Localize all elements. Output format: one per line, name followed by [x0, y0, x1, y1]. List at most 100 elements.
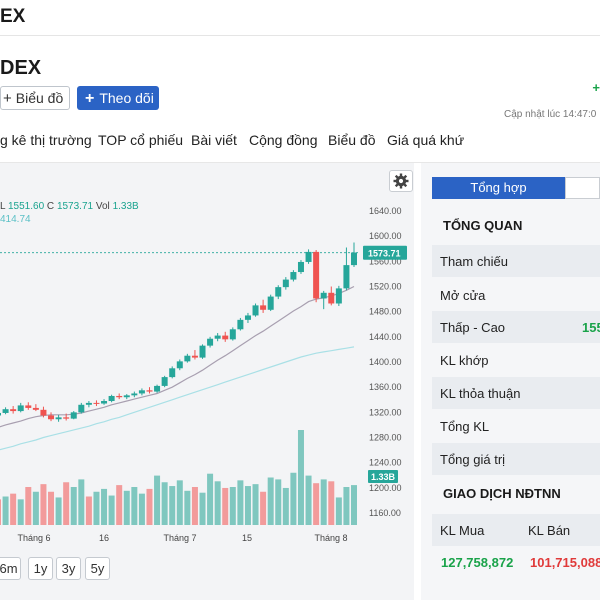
volume-bar [252, 484, 259, 525]
app-title: EX [0, 6, 26, 27]
volume-bar [48, 491, 55, 525]
candle-body [267, 296, 274, 310]
volume-bar [78, 479, 85, 525]
volume-bar [169, 486, 176, 525]
volume-bar [138, 493, 145, 525]
volume-bar [335, 497, 342, 525]
volume-bar [85, 496, 92, 525]
candle-body [237, 319, 244, 330]
row-label: Tham chiếu [440, 254, 508, 269]
tab-community[interactable]: Cộng đồng [249, 132, 318, 148]
volume-bar [199, 492, 206, 525]
price-change: + [592, 80, 600, 95]
volume-bar [267, 477, 274, 525]
row-label: Mở cửa [440, 288, 486, 303]
volume-bar [176, 480, 183, 525]
stock-name: DEX [0, 57, 42, 79]
volume-bar [328, 481, 335, 525]
candle-body [40, 409, 47, 416]
foreign-trading-values: 127,758,872 101,715,088 [432, 548, 600, 578]
tab-articles[interactable]: Bài viết [191, 132, 237, 148]
top-bar: EX [0, 0, 600, 36]
candle-body [351, 252, 357, 266]
candle-body [138, 390, 145, 394]
tab-price-history[interactable]: Giá quá khứ [387, 132, 464, 148]
candle-body [184, 355, 191, 362]
candle-body [32, 407, 39, 410]
period-5y-button[interactable]: 5y [85, 557, 110, 580]
overview-row: Tổng giá trị [432, 443, 600, 475]
candle-body [313, 251, 320, 299]
tab-chart[interactable]: Biểu đồ [328, 132, 375, 148]
volume-bar [161, 482, 168, 525]
candle-body [48, 415, 55, 420]
candle-body [229, 329, 236, 340]
price-chart[interactable]: 1160.00 1200.00 1240.00 1280.00 1320.00 1360.… [0, 163, 414, 553]
volume-bar [17, 499, 24, 525]
volume-bar [55, 497, 62, 525]
volume-bar [237, 480, 244, 525]
candle-body [123, 395, 130, 398]
candle-body [169, 368, 176, 378]
chart-button[interactable]: + Biểu đồ [0, 86, 70, 110]
candle-body [275, 287, 282, 297]
candle-body [282, 279, 289, 288]
candle-body [63, 417, 70, 419]
candle-body [116, 395, 123, 398]
candle-body [154, 385, 161, 392]
candle-body [101, 401, 108, 404]
candle-body [214, 335, 221, 339]
y-tick-label: 1280.00 [369, 433, 402, 443]
volume-bar [146, 488, 153, 525]
volume-bar [108, 495, 115, 525]
overview-row: Tham chiếu [432, 245, 600, 277]
volume-bar [25, 487, 32, 525]
volume-bar [154, 475, 161, 525]
row-label: Thấp - Cao [440, 320, 506, 335]
y-tick-label: 1600.00 [369, 231, 402, 241]
candle-body [85, 402, 92, 405]
volume-bar [40, 484, 47, 525]
overview-row: Mở cửa [432, 279, 600, 311]
volume-bar [63, 482, 70, 525]
volume-bar [290, 472, 297, 525]
ohlc-low: 1551.60 [7, 201, 45, 212]
candle-body [93, 402, 100, 404]
period-1y-button[interactable]: 1y [28, 557, 53, 580]
volume-bar [101, 488, 108, 525]
candle-body [305, 251, 312, 262]
volume-bar [297, 430, 304, 525]
settings-button[interactable] [389, 170, 413, 192]
candle-body [297, 261, 304, 273]
candle-body [0, 412, 1, 416]
x-tick-label: Tháng 8 [314, 533, 347, 543]
volume-bar [32, 491, 39, 525]
follow-button[interactable]: + Theo dõi [77, 86, 159, 110]
tab-other[interactable] [565, 177, 600, 199]
volume-bar [70, 487, 77, 525]
period-6m-button[interactable]: 6m [0, 557, 21, 580]
ohlc-close: 1573.71 [56, 201, 94, 212]
row-label: Tổng giá trị [440, 452, 506, 467]
row-label: KL thỏa thuận [440, 386, 521, 401]
tab-market-stats[interactable]: g kê thị trường [0, 132, 92, 148]
candle-body [199, 345, 206, 358]
sell-label: KL Bán [528, 523, 571, 538]
price-tag: 1573.71 [368, 249, 401, 259]
overview-tab-group: Tổng hợp [432, 177, 600, 199]
volume-bar [123, 490, 130, 525]
plus-icon: + [3, 90, 12, 107]
period-3y-button[interactable]: 3y [56, 557, 81, 580]
candle-body [222, 335, 229, 340]
tab-top-stocks[interactable]: TOP cổ phiếu [98, 132, 183, 148]
tab-summary[interactable]: Tổng hợp [432, 177, 565, 199]
row-label: KL khớp [440, 353, 489, 368]
volume-bar [313, 483, 320, 525]
gear-icon [393, 173, 409, 189]
chart-button-label: Biểu đồ [15, 90, 64, 106]
y-tick-label: 1160.00 [369, 508, 401, 518]
candle-body [260, 305, 267, 310]
ohlc-vol-label: Vol [95, 201, 110, 212]
buy-volume: 127,758,872 [441, 555, 514, 570]
y-tick-label: 1400.00 [369, 357, 402, 367]
